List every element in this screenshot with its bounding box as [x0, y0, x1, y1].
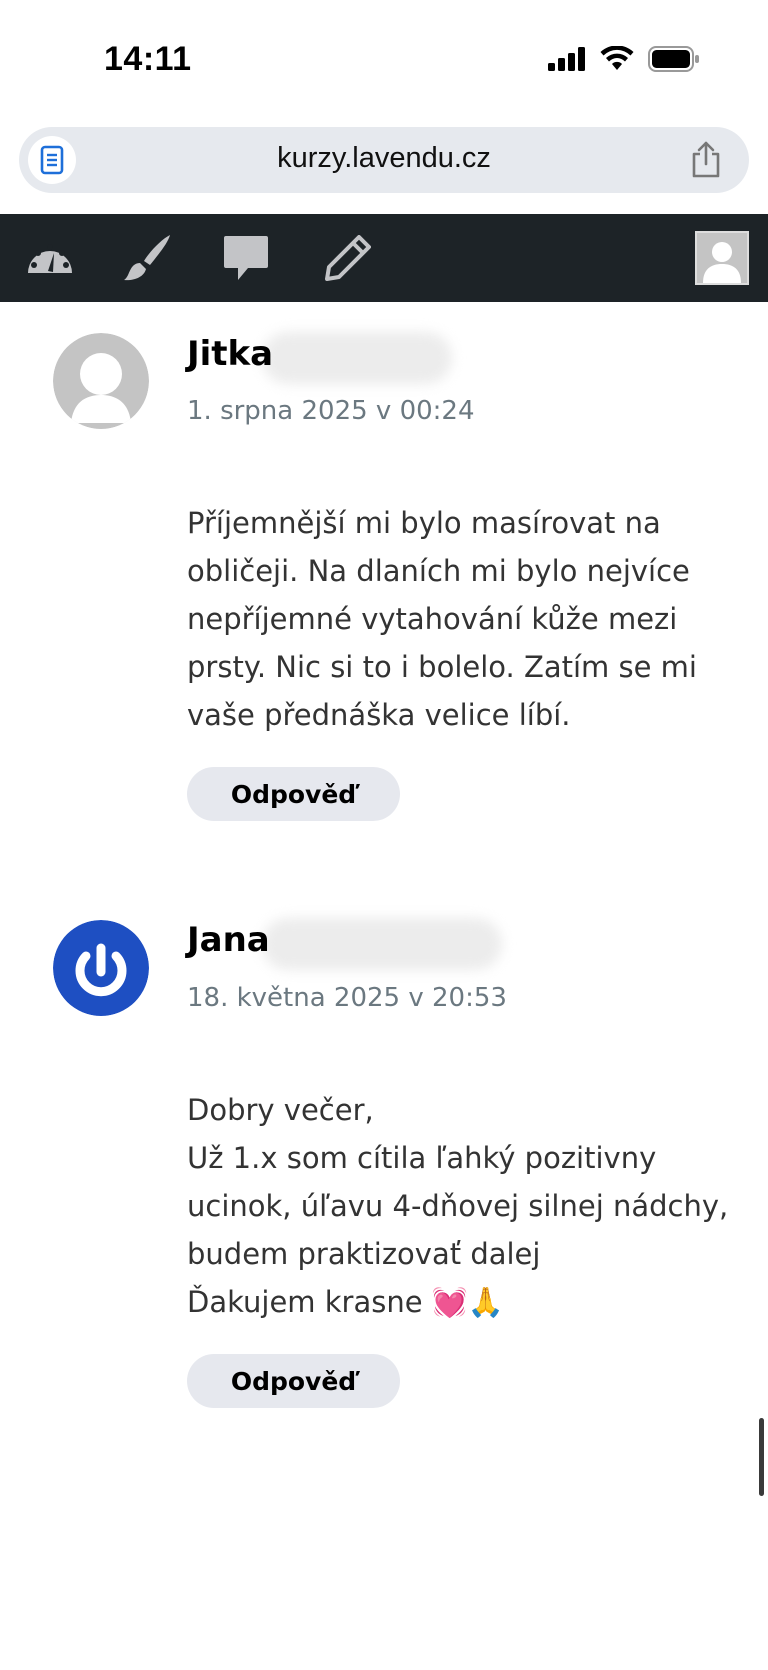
reply-button[interactable]: Odpověď — [187, 767, 400, 821]
page: 14:11 kurzy.lavendu.cz Jitka 1. srpna 20… — [0, 0, 768, 1670]
wifi-icon — [600, 45, 634, 76]
comment-line: Už 1.x som cítila ľahký pozitivny — [187, 1141, 657, 1175]
comment-author: Jana — [187, 920, 270, 960]
comment-icon[interactable] — [216, 230, 276, 286]
status-bar: 14:11 — [0, 0, 768, 120]
comment-line: vaše přednáška velice líbí. — [187, 698, 571, 732]
comment-line: prsty. Nic si to i bolelo. Zatím se mi — [187, 650, 697, 684]
avatar — [53, 920, 149, 1016]
redacted-surname — [262, 332, 452, 384]
cellular-signal-icon — [548, 47, 586, 75]
pencil-icon[interactable] — [318, 230, 378, 286]
share-icon[interactable] — [689, 141, 723, 183]
address-bar[interactable]: kurzy.lavendu.cz — [19, 127, 749, 193]
user-avatar-icon[interactable] — [695, 231, 749, 285]
comment-line: nepříjemné vytahování kůže mezi — [187, 602, 678, 636]
url-text[interactable]: kurzy.lavendu.cz — [19, 142, 749, 175]
status-time: 14:11 — [104, 40, 192, 78]
dashboard-icon[interactable] — [20, 230, 80, 286]
comment-body: Dobry večer, Už 1.x som cítila ľahký poz… — [187, 1086, 729, 1326]
battery-icon — [648, 46, 700, 76]
reply-button[interactable]: Odpověď — [187, 1354, 400, 1408]
status-icons — [548, 45, 700, 76]
comment-body: Příjemnější mi bylo masírovat na obličej… — [187, 499, 727, 739]
redacted-surname — [262, 918, 502, 970]
avatar — [53, 333, 149, 429]
scrollbar[interactable] — [759, 1418, 764, 1496]
comment-author: Jitka — [187, 334, 274, 374]
comment-line: budem praktizovať dalej — [187, 1237, 541, 1271]
comment-line: Ďakujem krasne 💓🙏 — [187, 1285, 505, 1319]
comment-line: ucinok, úľavu 4-dňovej silnej nádchy, — [187, 1189, 729, 1223]
brush-icon[interactable] — [118, 230, 178, 286]
comment-line: Příjemnější mi bylo masírovat na — [187, 506, 661, 540]
admin-toolbar — [0, 214, 768, 302]
comment-line: Dobry večer, — [187, 1093, 374, 1127]
comment-line: obličeji. Na dlaních mi bylo nejvíce — [187, 554, 690, 588]
comment-date[interactable]: 18. května 2025 v 20:53 — [187, 983, 507, 1013]
comment-date[interactable]: 1. srpna 2025 v 00:24 — [187, 396, 475, 426]
